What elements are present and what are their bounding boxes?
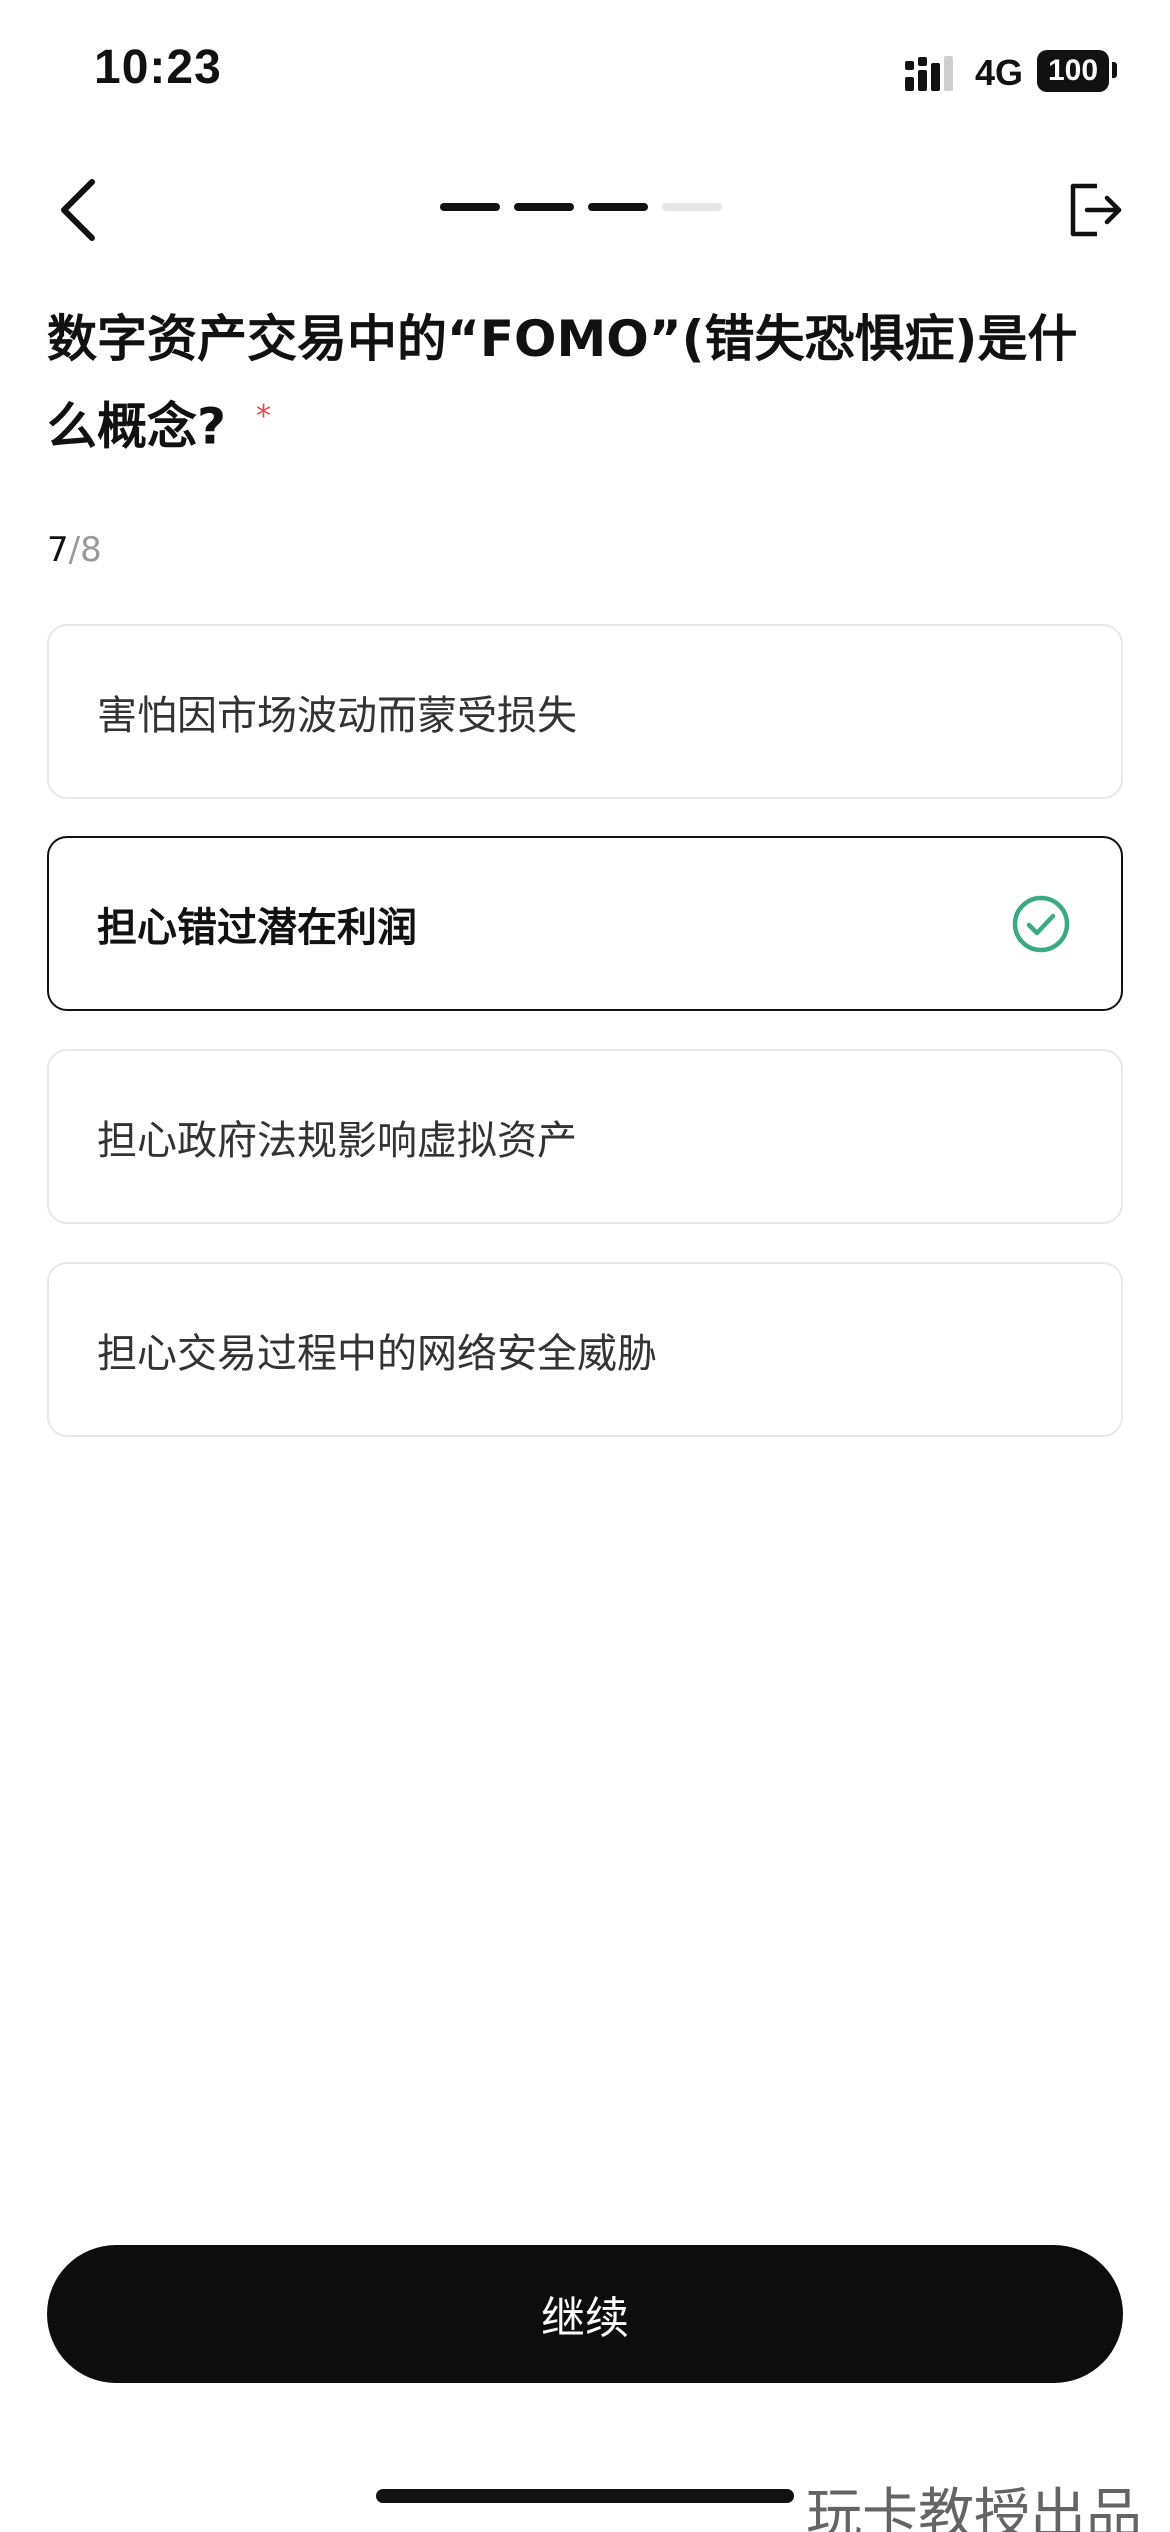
question-title: 数字资产交易中的“FOMO”(错失恐惧症)是什么概念? *: [47, 300, 1127, 466]
option-label: 害怕因市场波动而蒙受损失: [97, 692, 577, 739]
quiz-screen: 10:23 4G 100 数字资产交易中的“FOMO”(错失恐惧症)是什么概念?…: [0, 0, 1170, 2532]
progress-segment-2: [514, 203, 574, 211]
check-circle-icon: [1012, 895, 1070, 953]
status-bar: 10:23 4G 100: [0, 0, 1170, 150]
continue-button[interactable]: 继续: [47, 2245, 1123, 2383]
progress-segment-3: [588, 203, 648, 211]
chevron-left-icon: [61, 179, 95, 241]
progress-steps: [440, 203, 722, 213]
option-label: 担心交易过程中的网络安全威胁: [97, 1330, 657, 1377]
question-counter: 7/8: [47, 530, 102, 570]
back-button[interactable]: [48, 170, 108, 250]
option-3[interactable]: 担心政府法规影响虚拟资产: [47, 1049, 1123, 1224]
option-2[interactable]: 担心错过潜在利润: [47, 836, 1123, 1011]
network-type: 4G: [975, 52, 1024, 93]
option-label: 担心错过潜在利润: [97, 904, 417, 951]
question-current: 7: [47, 530, 69, 570]
signal-icon: [905, 56, 953, 91]
continue-label: 继续: [541, 2293, 629, 2344]
required-marker: *: [256, 399, 272, 434]
battery-level: 100: [1047, 54, 1099, 87]
question-total: /8: [68, 530, 102, 570]
watermark: 玩卡教授出品: [806, 2483, 1142, 2532]
option-label: 担心政府法规影响虚拟资产: [97, 1117, 577, 1164]
home-indicator[interactable]: [376, 2489, 794, 2503]
progress-segment-1: [440, 203, 500, 211]
option-4[interactable]: 担心交易过程中的网络安全威胁: [47, 1262, 1123, 1437]
status-time: 10:23: [94, 41, 222, 94]
progress-segment-4: [662, 203, 722, 211]
option-1[interactable]: 害怕因市场波动而蒙受损失: [47, 624, 1123, 799]
exit-icon: [1070, 183, 1122, 237]
question-text: 数字资产交易中的“FOMO”(错失恐惧症)是什么概念?: [47, 310, 1078, 456]
battery-tip: [1112, 62, 1117, 78]
battery-icon: 100: [1037, 50, 1109, 92]
exit-button[interactable]: [1060, 175, 1130, 245]
